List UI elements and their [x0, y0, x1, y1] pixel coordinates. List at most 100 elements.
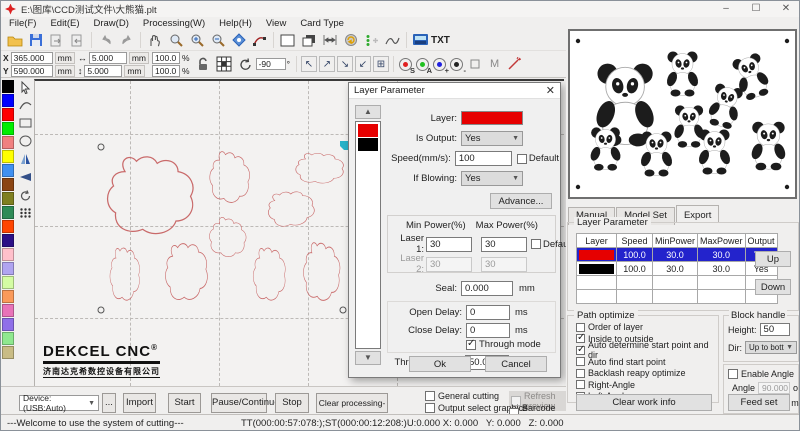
- menu-edit[interactable]: Edit(E): [50, 18, 79, 29]
- laser-remove-point-button[interactable]: -: [449, 57, 466, 75]
- node-edit-button[interactable]: [249, 31, 270, 49]
- rotate-tool[interactable]: [18, 188, 33, 202]
- palette-swatch[interactable]: [2, 178, 14, 191]
- align-top-left-icon[interactable]: ↖: [300, 56, 317, 72]
- import-button[interactable]: Import: [123, 393, 156, 413]
- laser1-min-field[interactable]: 30: [426, 236, 472, 252]
- pan-hand-icon[interactable]: [144, 31, 165, 49]
- screen-preview-button[interactable]: [410, 31, 431, 49]
- general-cutting-checkbox[interactable]: [425, 391, 435, 401]
- layer-up-button[interactable]: Up: [755, 251, 791, 267]
- backlash-reapy-checkbox[interactable]: [576, 368, 585, 378]
- layer-swatch-red[interactable]: [358, 124, 378, 137]
- dir-dropdown[interactable]: Up to bott ▼: [745, 341, 797, 354]
- menu-draw[interactable]: Draw(D): [94, 18, 129, 29]
- pause-continue-button[interactable]: Pause/Continue: [211, 393, 280, 413]
- zoom-button[interactable]: [165, 31, 186, 49]
- auto-find-start-checkbox[interactable]: [576, 357, 585, 367]
- array-copy-button[interactable]: [361, 31, 382, 49]
- width-field[interactable]: 5.000: [88, 51, 127, 64]
- measure-button[interactable]: [319, 31, 340, 49]
- align-bottom-right-icon[interactable]: ↘: [336, 56, 353, 72]
- lock-ratio-icon[interactable]: [193, 55, 214, 73]
- palette-swatch[interactable]: [2, 108, 14, 121]
- frame-rect-button[interactable]: [277, 31, 298, 49]
- laser1-default-checkbox[interactable]: [531, 239, 541, 249]
- speed-default-checkbox[interactable]: [516, 153, 527, 164]
- layer-list[interactable]: [355, 121, 381, 349]
- stop-button[interactable]: Stop: [275, 393, 309, 413]
- palette-swatch[interactable]: [2, 192, 14, 205]
- speed-field[interactable]: 100: [454, 151, 512, 166]
- close-delay-field[interactable]: 0: [466, 323, 510, 338]
- import-file-button[interactable]: [46, 31, 67, 49]
- menu-file[interactable]: File(F): [9, 18, 36, 29]
- height-field[interactable]: 50: [759, 323, 790, 336]
- halftone-tool[interactable]: [18, 206, 33, 220]
- palette-swatch[interactable]: [2, 318, 14, 331]
- zoom-in-button[interactable]: [186, 31, 207, 49]
- palette-swatch[interactable]: [2, 262, 14, 275]
- redo-button[interactable]: [116, 31, 137, 49]
- maximize-button[interactable]: ☐: [741, 1, 771, 17]
- open-delay-field[interactable]: 0: [466, 305, 510, 320]
- palette-swatch[interactable]: [2, 332, 14, 345]
- feed-set-button[interactable]: Feed set: [728, 394, 790, 411]
- palette-swatch[interactable]: [2, 164, 14, 177]
- palette-swatch[interactable]: [2, 80, 14, 93]
- layer-list-up-button[interactable]: ▲: [355, 105, 381, 119]
- small-rect-button[interactable]: [465, 55, 486, 73]
- zoom-out-button[interactable]: [207, 31, 228, 49]
- seal-field[interactable]: 0.000: [461, 281, 513, 296]
- save-button[interactable]: [25, 31, 46, 49]
- rotate-icon[interactable]: [235, 55, 256, 73]
- dialog-title-bar[interactable]: Layer Parameter ✕: [349, 83, 560, 99]
- palette-swatch[interactable]: [2, 234, 14, 247]
- ok-button[interactable]: Ok: [409, 356, 471, 372]
- palette-swatch[interactable]: [2, 220, 14, 233]
- mirror-horizontal-tool[interactable]: [18, 152, 33, 166]
- scale-y-field[interactable]: 100.0: [152, 64, 181, 77]
- right-angle-checkbox[interactable]: [576, 380, 585, 390]
- clear-work-info-button[interactable]: Clear work info: [576, 394, 712, 411]
- curve-button[interactable]: [382, 31, 403, 49]
- enable-angle-checkbox[interactable]: [728, 369, 738, 379]
- dialog-close-button[interactable]: ✕: [546, 84, 555, 97]
- copy-button[interactable]: [298, 31, 319, 49]
- if-blowing-dropdown[interactable]: Yes ▼: [461, 171, 523, 186]
- menu-card-type[interactable]: Card Type: [300, 18, 344, 29]
- order-of-layer-checkbox[interactable]: [576, 322, 585, 332]
- cancel-button[interactable]: Cancel: [485, 356, 547, 372]
- auto-determine-start-checkbox[interactable]: [576, 344, 585, 355]
- through-mode-checkbox[interactable]: [466, 338, 476, 350]
- txt-tool-button[interactable]: TXT: [431, 35, 450, 46]
- curve-tool[interactable]: [18, 98, 33, 112]
- simulate-button[interactable]: [340, 31, 361, 49]
- layer-list-down-button[interactable]: ▼: [355, 351, 381, 365]
- select-cursor-tool[interactable]: [18, 80, 33, 94]
- laser-start-point-button[interactable]: S: [398, 57, 415, 75]
- align-bottom-left-icon[interactable]: ↙: [354, 56, 371, 72]
- palette-swatch[interactable]: [2, 136, 14, 149]
- rectangle-tool[interactable]: [18, 116, 33, 130]
- laser-anchor-point-button[interactable]: A: [415, 57, 432, 75]
- tab-export[interactable]: Export: [675, 205, 720, 223]
- advance-button[interactable]: Advance...: [490, 193, 552, 209]
- output-select-graphics-checkbox[interactable]: [425, 403, 435, 413]
- palette-swatch[interactable]: [2, 304, 14, 317]
- is-output-dropdown[interactable]: Yes ▼: [461, 131, 523, 146]
- ellipse-tool[interactable]: [18, 134, 33, 148]
- scale-x-field[interactable]: 100.0: [152, 51, 181, 64]
- open-button[interactable]: [4, 31, 25, 49]
- device-dropdown[interactable]: Device:(USB:Auto) ▼: [19, 393, 99, 413]
- minimize-button[interactable]: –: [711, 1, 741, 17]
- table-row[interactable]: 100.030.030.0Yes: [576, 247, 778, 262]
- grid-snap-icon[interactable]: [214, 55, 235, 73]
- x-position-field[interactable]: 365.000: [10, 51, 53, 64]
- align-center-icon[interactable]: ⊞: [372, 56, 389, 72]
- laser1-max-field[interactable]: 30: [481, 236, 527, 252]
- laser-add-point-button[interactable]: +: [432, 57, 449, 75]
- device-more-button[interactable]: ...: [102, 393, 116, 413]
- align-top-right-icon[interactable]: ↗: [318, 56, 335, 72]
- height-field[interactable]: 5.000: [84, 64, 123, 77]
